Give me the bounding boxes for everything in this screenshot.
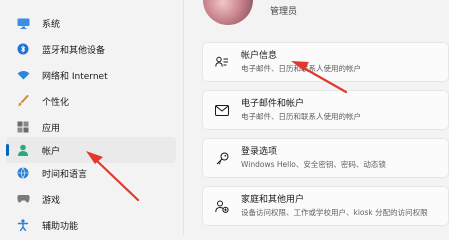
sidebar-item-bluetooth[interactable]: 蓝牙和其他设备 [6,36,176,62]
card-subtitle: 电子邮件、日历和联系人使用的帐户 [241,64,361,73]
pane-divider [183,0,184,235]
user-role-label: 管理员 [270,7,298,17]
card-email-accounts[interactable]: 电子邮件和帐户 电子邮件、日历和联系人使用的帐户 [202,90,449,130]
key-icon [215,151,229,165]
family-icon [215,199,229,213]
user-avatar[interactable] [203,0,253,25]
sidebar-item-gaming[interactable]: 游戏 [6,186,176,212]
card-subtitle: 电子邮件、日历和联系人使用的帐户 [241,112,361,121]
bluetooth-icon [16,42,30,56]
sidebar-item-label: 帐户 [42,146,61,157]
card-subtitle: Windows Hello、安全密钥、密码、动态锁 [241,160,386,169]
sidebar-item-network[interactable]: 网络和 Internet [6,62,176,88]
card-account-info[interactable]: 帐户信息 电子邮件、日历和联系人使用的帐户 [202,42,449,82]
mail-icon [215,103,229,117]
accessibility-icon [16,218,30,232]
apps-icon [16,120,30,134]
monitor-icon [16,16,30,30]
card-title: 帐户信息 [241,51,278,61]
card-title: 登录选项 [241,147,278,157]
card-title: 电子邮件和帐户 [241,99,305,109]
sidebar-item-system[interactable]: 系统 [6,10,176,36]
sidebar-item-label: 应用 [42,123,61,134]
sidebar-item-accessibility[interactable]: 辅助功能 [6,212,176,238]
card-family-other-users[interactable]: 家庭和其他用户 设备访问权限、工作或学校用户、kiosk 分配的访问权限 [202,186,449,226]
sidebar-item-label: 系统 [42,19,61,30]
navigation-sidebar: 系统 蓝牙和其他设备 网络和 Internet 个性化 应用 帐户 时间和语言 … [0,0,180,235]
account-icon [16,143,30,157]
sidebar-item-label: 时间和语言 [42,169,88,180]
sidebar-item-label: 辅助功能 [42,221,79,232]
globe-clock-icon [16,166,30,180]
card-sign-in-options[interactable]: 登录选项 Windows Hello、安全密钥、密码、动态锁 [202,138,449,178]
sidebar-item-personalization[interactable]: 个性化 [6,88,176,114]
card-title: 家庭和其他用户 [241,195,305,205]
wifi-icon [16,68,30,82]
gamepad-icon [16,192,30,206]
person-card-icon [215,55,229,69]
sidebar-item-label: 个性化 [42,97,70,108]
card-subtitle: 设备访问权限、工作或学校用户、kiosk 分配的访问权限 [241,208,428,217]
sidebar-item-label: 网络和 Internet [42,71,108,82]
sidebar-item-label: 蓝牙和其他设备 [42,45,106,56]
sidebar-item-label: 游戏 [42,195,61,206]
sidebar-item-time-language[interactable]: 时间和语言 [6,160,176,186]
active-indicator [6,144,9,156]
brush-icon [16,94,30,108]
